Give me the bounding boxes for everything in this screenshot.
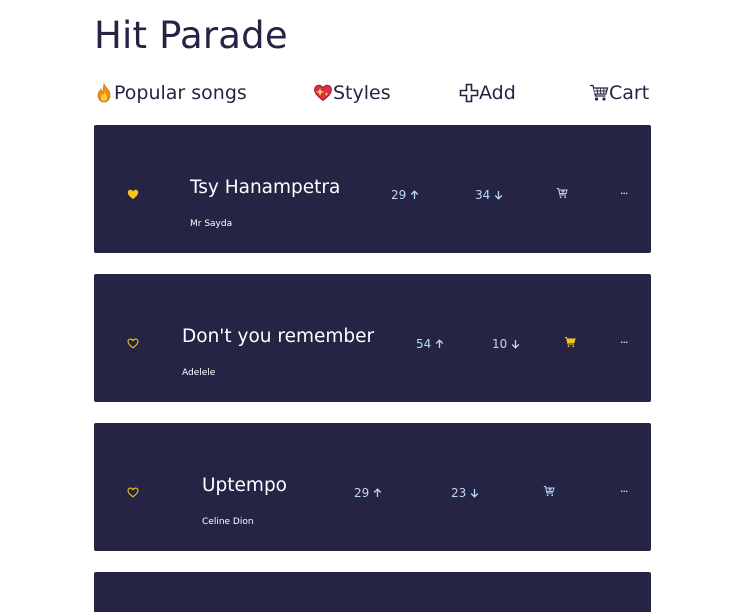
page-title: Hit Parade	[94, 14, 288, 57]
nav-cart[interactable]: Cart	[589, 80, 649, 106]
nav-add[interactable]: Add	[459, 80, 516, 106]
nav-styles[interactable]: Styles	[313, 80, 391, 106]
main-nav: Popular songs Styles Add Cart	[94, 80, 651, 106]
song-card: Uptempo Celine Dion 29 23 ···	[94, 423, 651, 551]
downvote-button[interactable]: 34	[475, 187, 503, 203]
song-artist: Adelele	[182, 368, 216, 378]
song-title: Don't you remember	[182, 326, 375, 347]
nav-popular-songs[interactable]: Popular songs	[94, 80, 247, 106]
arrow-up-icon	[435, 339, 444, 349]
nav-cart-label: Cart	[609, 82, 650, 104]
upvote-count: 29	[354, 486, 370, 500]
arrow-down-icon	[511, 339, 520, 349]
add-to-cart-icon[interactable]	[556, 187, 570, 201]
song-card	[94, 572, 651, 612]
nav-styles-label: Styles	[333, 82, 391, 104]
song-artist: Celine Dion	[202, 517, 254, 527]
favorite-heart-outline-icon[interactable]	[127, 338, 141, 350]
favorite-heart-outline-icon[interactable]	[127, 487, 141, 499]
song-title: Uptempo	[202, 475, 288, 496]
arrow-down-icon	[470, 488, 479, 498]
downvote-count: 34	[475, 188, 491, 202]
song-card: Tsy Hanampetra Mr Sayda 29 34 ···	[94, 125, 651, 253]
arrow-up-icon	[373, 488, 382, 498]
add-to-cart-icon[interactable]	[543, 485, 557, 499]
nav-popular-songs-label: Popular songs	[114, 82, 247, 104]
more-options-icon[interactable]: ···	[620, 336, 630, 350]
downvote-count: 10	[492, 337, 508, 351]
favorite-heart-filled-icon[interactable]	[127, 189, 141, 201]
more-options-icon[interactable]: ···	[620, 485, 630, 499]
upvote-button[interactable]: 29	[391, 187, 419, 203]
shopping-cart-icon	[589, 82, 609, 104]
plus-icon	[459, 82, 479, 104]
upvote-button[interactable]: 54	[416, 336, 444, 352]
downvote-button[interactable]: 10	[492, 336, 520, 352]
nav-add-label: Add	[479, 82, 516, 104]
more-options-icon[interactable]: ···	[620, 187, 630, 201]
arrow-down-icon	[494, 190, 503, 200]
upvote-button[interactable]: 29	[354, 485, 382, 501]
song-artist: Mr Sayda	[190, 219, 233, 229]
in-cart-icon[interactable]	[564, 336, 578, 350]
song-card: Don't you remember Adelele 54 10 ···	[94, 274, 651, 402]
downvote-button[interactable]: 23	[451, 485, 479, 501]
sparkling-heart-icon	[313, 82, 333, 104]
downvote-count: 23	[451, 486, 467, 500]
upvote-count: 29	[391, 188, 407, 202]
fire-icon	[94, 82, 114, 104]
song-title: Tsy Hanampetra	[190, 177, 341, 198]
arrow-up-icon	[410, 190, 419, 200]
upvote-count: 54	[416, 337, 432, 351]
